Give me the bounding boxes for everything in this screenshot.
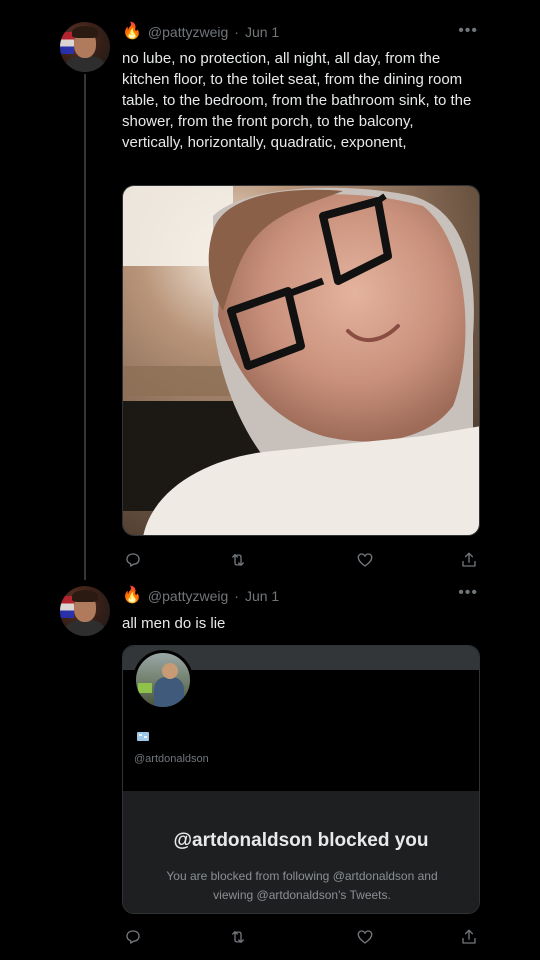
tweet-date[interactable]: Jun 1 — [245, 588, 279, 604]
tweet-text: no lube, no protection, all night, all d… — [122, 50, 472, 151]
tweet-text: all men do is lie — [122, 615, 226, 632]
quoted-avatar[interactable] — [133, 650, 193, 710]
more-options-icon[interactable]: ••• — [458, 584, 478, 602]
avatar[interactable] — [60, 586, 110, 636]
more-options-icon[interactable]: ••• — [458, 22, 478, 40]
user-handle[interactable]: @pattyzweig — [148, 588, 228, 604]
blocked-title: @artdonaldson blocked you — [173, 830, 429, 851]
share-icon[interactable] — [458, 549, 480, 571]
tweet-date[interactable]: Jun 1 — [245, 24, 279, 40]
tweet-actions — [122, 549, 480, 571]
tweet-header: 🔥 @pattyzweig · Jun 1 — [122, 22, 279, 42]
fire-emoji: 🔥 — [122, 587, 142, 604]
tweet-header: 🔥 @pattyzweig · Jun 1 — [122, 586, 279, 606]
avatar[interactable] — [60, 22, 110, 72]
tweet-actions — [122, 926, 480, 948]
user-handle[interactable]: @pattyzweig — [148, 24, 228, 40]
fire-emoji: 🔥 — [122, 23, 142, 40]
ice-cube-emoji-icon — [137, 732, 149, 741]
retweet-icon[interactable] — [227, 549, 249, 571]
share-icon[interactable] — [458, 926, 480, 948]
like-icon[interactable] — [354, 926, 376, 948]
retweet-icon[interactable] — [227, 926, 249, 948]
thread-connector-line — [84, 74, 86, 580]
tweet-photo[interactable] — [122, 185, 480, 536]
reply-icon[interactable] — [122, 926, 144, 948]
separator-dot: · — [234, 24, 239, 40]
blocked-message: You are blocked from following @artdonal… — [166, 869, 438, 902]
reply-icon[interactable] — [122, 549, 144, 571]
separator-dot: · — [234, 588, 239, 604]
like-icon[interactable] — [354, 549, 376, 571]
quoted-handle[interactable]: @artdonaldson — [134, 753, 209, 765]
quoted-tweet-card[interactable]: @artdonaldson @artdonaldson blocked you … — [122, 645, 480, 914]
